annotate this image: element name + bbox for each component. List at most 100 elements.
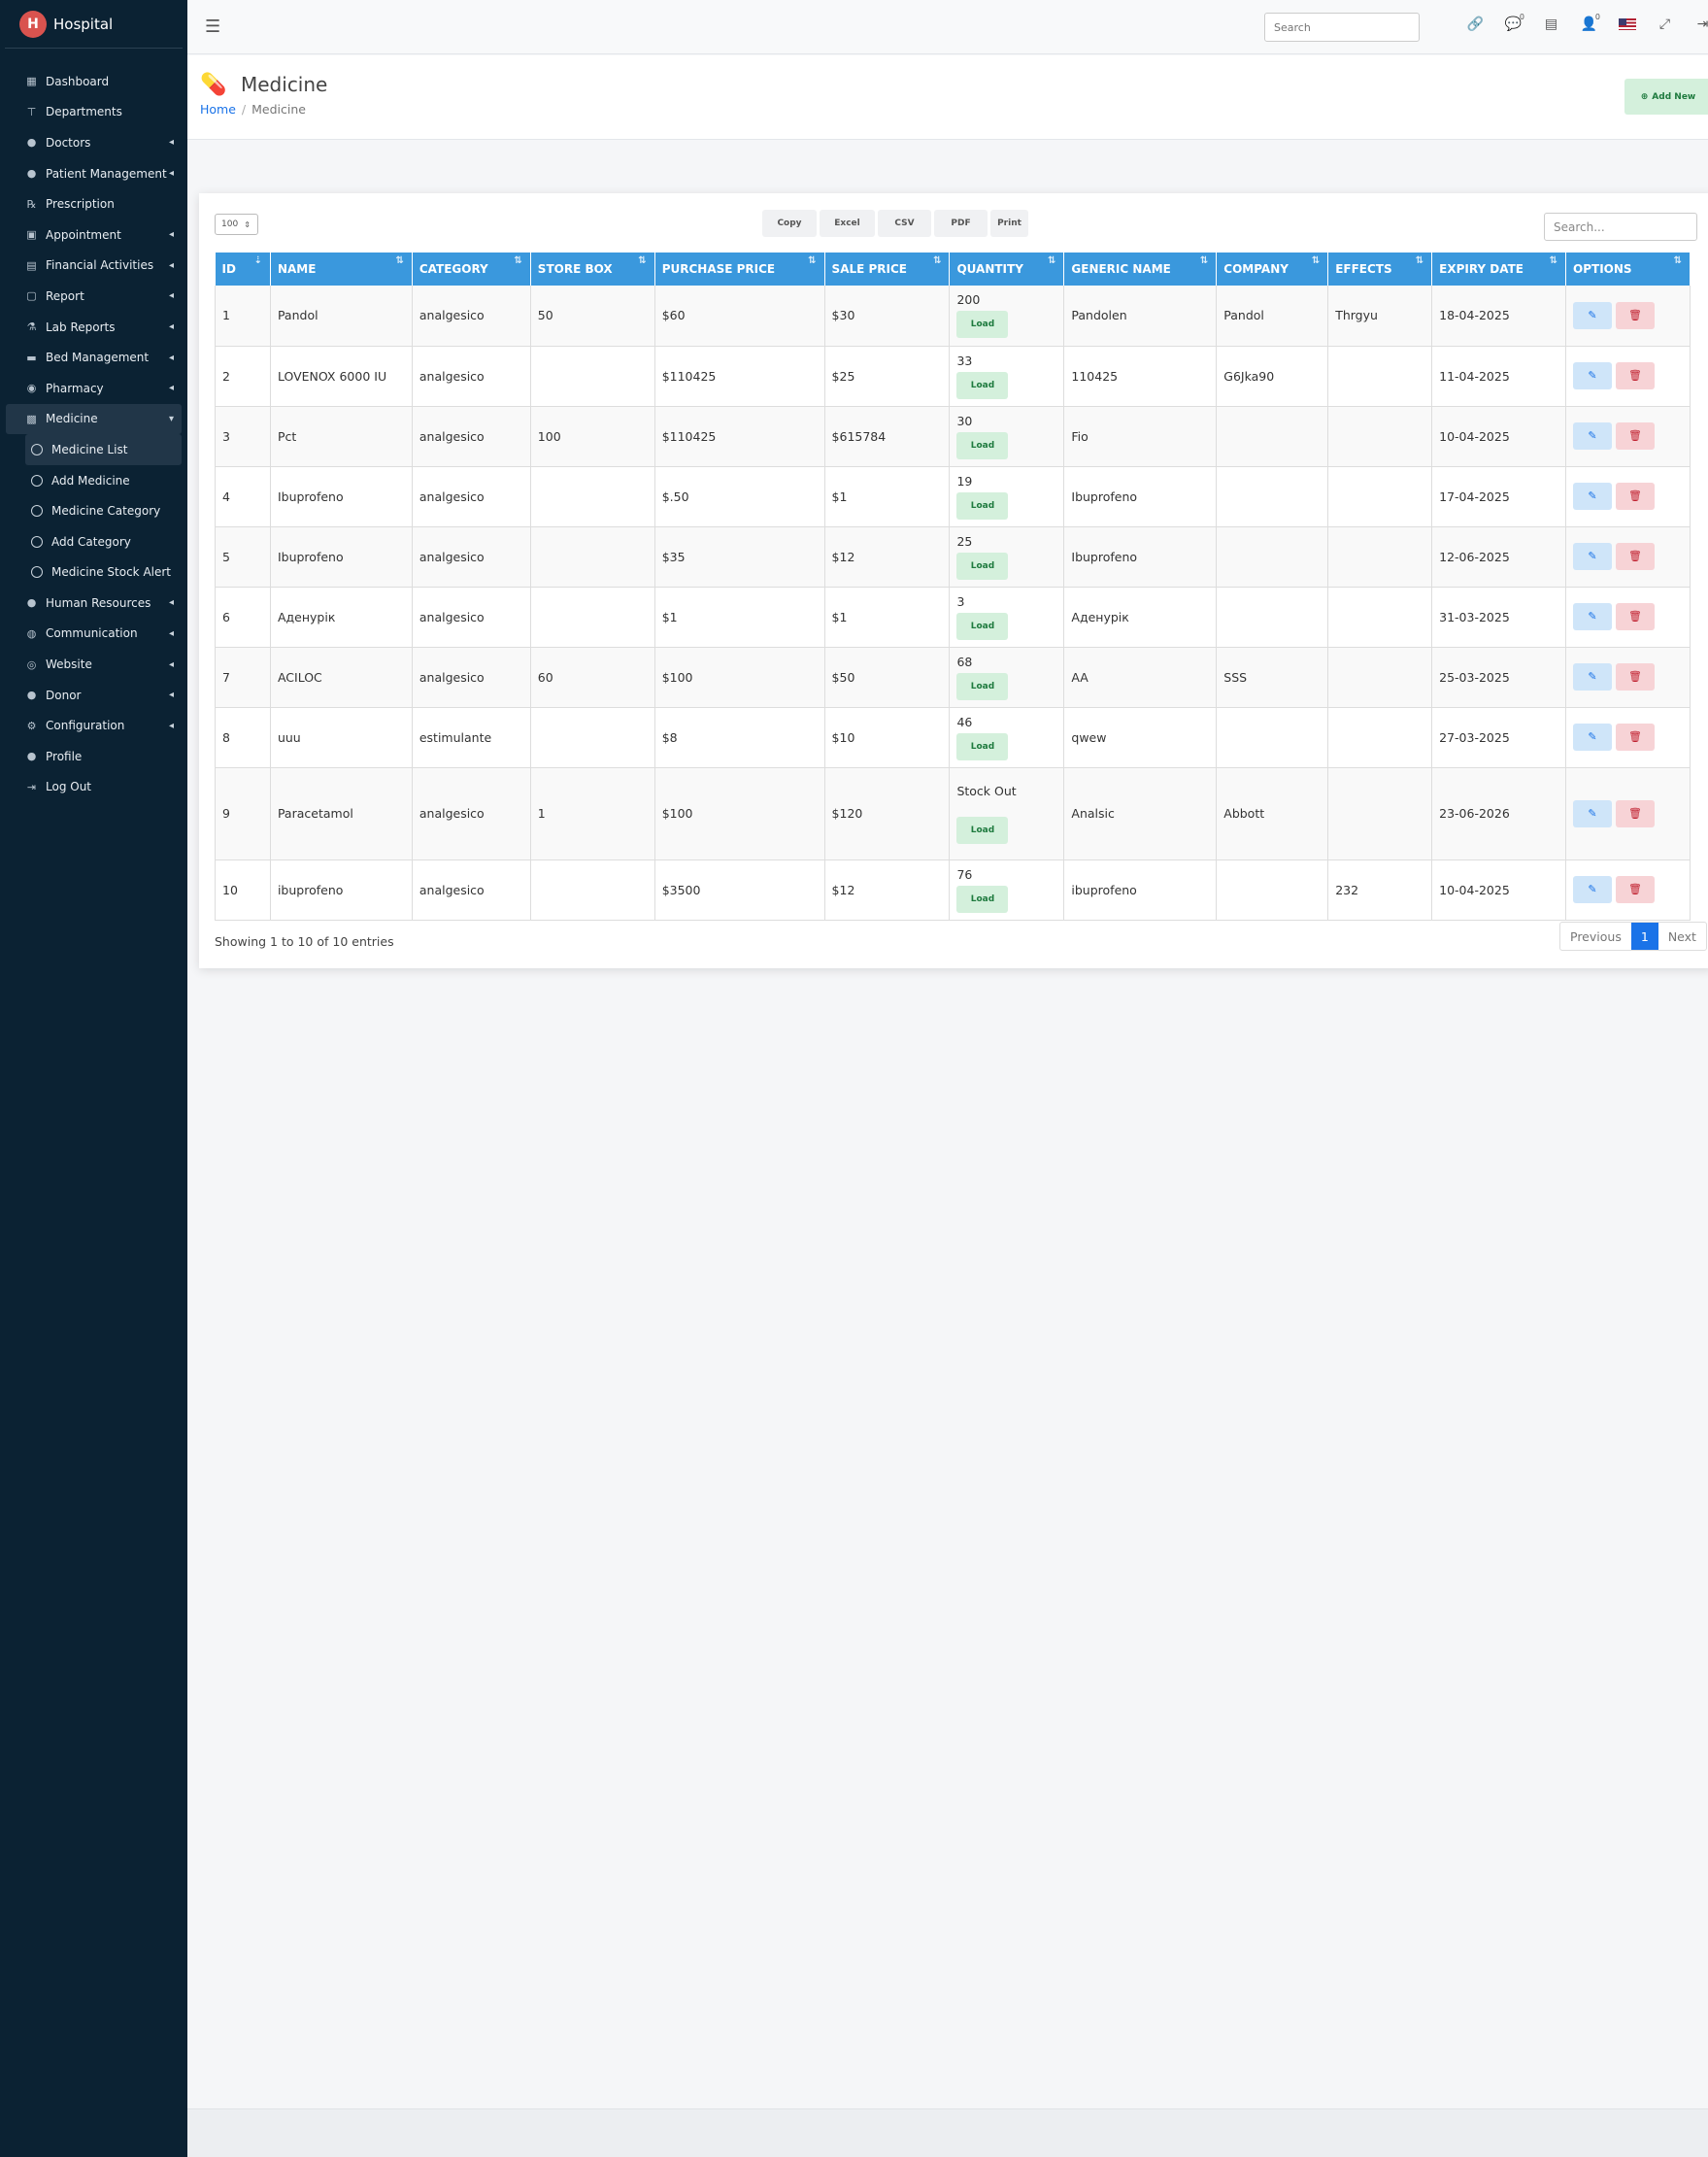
column-header-name[interactable]: NAME ⇅	[270, 253, 413, 286]
print-button[interactable]: Print	[990, 210, 1028, 237]
sidebar-item-report[interactable]: ▢ Report ◂	[6, 281, 182, 312]
chat-icon[interactable]: 💬 0	[1494, 13, 1532, 34]
sidebar-item-log-out[interactable]: ⇥ Log Out	[6, 772, 182, 803]
fullscreen-icon[interactable]: ⤢	[1646, 17, 1684, 34]
cell-category: analgesico	[412, 859, 531, 921]
sidebar-subitem-add-medicine[interactable]: Add Medicine	[25, 465, 182, 496]
edit-button[interactable]: ✎	[1573, 543, 1613, 570]
edit-button[interactable]: ✎	[1573, 422, 1613, 450]
edit-button[interactable]: ✎	[1573, 799, 1613, 827]
edit-button[interactable]: ✎	[1573, 483, 1613, 510]
sidebar-item-doctors[interactable]: ● Doctors ◂	[6, 127, 182, 158]
excel-button[interactable]: Excel	[820, 210, 875, 237]
load-button[interactable]: Load	[956, 612, 1009, 640]
edit-button[interactable]: ✎	[1573, 362, 1613, 389]
page-1-button[interactable]: 1	[1630, 923, 1658, 950]
load-button[interactable]: Load	[956, 885, 1009, 913]
column-header-store-box[interactable]: STORE BOX ⇅	[530, 253, 655, 286]
edit-button[interactable]: ✎	[1573, 724, 1613, 751]
delete-button[interactable]: 🗑	[1616, 663, 1656, 691]
user-icon[interactable]: 👤 0	[1570, 13, 1608, 34]
previous-button[interactable]: Previous	[1560, 923, 1631, 950]
sidebar-item-lab-reports[interactable]: ⚗ Lab Reports ◂	[6, 312, 182, 343]
load-button[interactable]: Load	[956, 672, 1009, 700]
sidebar-item-financial-activities[interactable]: ▤ Financial Activities ◂	[6, 251, 182, 282]
load-button[interactable]: Load	[956, 371, 1009, 399]
delete-button[interactable]: 🗑	[1616, 876, 1656, 903]
load-button[interactable]: Load	[956, 431, 1009, 459]
sort-icon: ⇣	[253, 255, 262, 266]
cell-generic: Analsic	[1063, 767, 1218, 860]
sidebar-subitem-add-category[interactable]: Add Category	[25, 526, 182, 557]
table-body: 1 Pandol analgesico 50 $60 $30 200 Load Pandolen…	[215, 286, 1691, 921]
next-button[interactable]: Next	[1658, 923, 1706, 950]
delete-button[interactable]: 🗑	[1616, 362, 1656, 389]
column-header-sale-price[interactable]: SALE PRICE ⇅	[824, 253, 951, 286]
delete-button[interactable]: 🗑	[1616, 301, 1656, 329]
delete-button[interactable]: 🗑	[1616, 724, 1656, 751]
column-header-company[interactable]: COMPANY ⇅	[1216, 253, 1329, 286]
sidebar-item-profile[interactable]: ● Profile	[6, 741, 182, 772]
table-row: 10 ibuprofeno analgesico $3500 $12 76 Load ibup…	[215, 859, 1691, 921]
sidebar-item-label: Log Out	[46, 780, 92, 794]
column-header-generic-name[interactable]: GENERIC NAME ⇅	[1063, 253, 1218, 286]
column-header-expiry-date[interactable]: EXPIRY DATE ⇅	[1431, 253, 1567, 286]
column-header-purchase-price[interactable]: PURCHASE PRICE ⇅	[654, 253, 825, 286]
top-search-input[interactable]	[1264, 13, 1420, 42]
link-icon[interactable]: 🔗	[1457, 17, 1494, 34]
edit-button[interactable]: ✎	[1573, 301, 1613, 329]
sidebar-subitem-medicine-list[interactable]: Medicine List	[25, 434, 182, 465]
column-header-effects[interactable]: EFFECTS ⇅	[1327, 253, 1433, 286]
sidebar-item-website[interactable]: ◎ Website ◂	[6, 649, 182, 680]
load-button[interactable]: Load	[956, 816, 1009, 844]
breadcrumb-home[interactable]: Home	[200, 102, 236, 117]
sidebar-item-appointment[interactable]: ▣ Appointment ◂	[6, 219, 182, 251]
cell-options: ✎ 🗑	[1565, 466, 1691, 527]
sidebar-item-pharmacy[interactable]: ◉ Pharmacy ◂	[6, 373, 182, 404]
delete-button[interactable]: 🗑	[1616, 799, 1656, 827]
sidebar-item-prescription[interactable]: ℞ Prescription	[6, 188, 182, 219]
sidebar-item-donor[interactable]: ● Donor ◂	[6, 680, 182, 711]
load-button[interactable]: Load	[956, 491, 1009, 520]
column-header-category[interactable]: CATEGORY ⇅	[412, 253, 531, 286]
add-new-button[interactable]: ⊕ Add New	[1624, 79, 1708, 115]
pdf-button[interactable]: PDF	[934, 210, 988, 237]
column-header-options[interactable]: OPTIONS ⇅	[1565, 253, 1691, 286]
load-button[interactable]: Load	[956, 732, 1009, 760]
sidebar-item-departments[interactable]: ⊤ Departments	[6, 97, 182, 128]
sidebar-subitem-label: Add Medicine	[51, 473, 130, 488]
delete-button[interactable]: 🗑	[1616, 483, 1656, 510]
load-button[interactable]: Load	[956, 311, 1009, 339]
circle-icon	[31, 535, 43, 548]
csv-button[interactable]: CSV	[878, 210, 931, 237]
us-flag-icon[interactable]	[1608, 17, 1646, 34]
edit-button[interactable]: ✎	[1573, 876, 1613, 903]
table-search-input[interactable]: Search...	[1544, 213, 1697, 241]
sitemap-icon: ⊤	[26, 105, 37, 118]
delete-button[interactable]: 🗑	[1616, 543, 1656, 570]
sidebar-item-communication[interactable]: ◍ Communication ◂	[6, 619, 182, 650]
column-header-id[interactable]: ID ⇣	[215, 253, 271, 286]
sidebar-subitem-medicine-stock-alert[interactable]: Medicine Stock Alert	[25, 557, 182, 589]
sidebar-item-medicine[interactable]: ▩ Medicine ▾	[6, 403, 182, 435]
page-length-select[interactable]: 100 ⇕	[215, 214, 258, 235]
copy-button[interactable]: Copy	[762, 210, 817, 237]
signout-icon[interactable]: ⇥	[1684, 17, 1708, 34]
brand[interactable]: H Hospital	[5, 0, 183, 49]
hamburger-menu-icon[interactable]: ☰	[205, 17, 220, 37]
id-card-icon[interactable]: ▤	[1532, 17, 1570, 34]
sidebar-item-bed-management[interactable]: ▬ Bed Management ◂	[6, 342, 182, 373]
sidebar-subitem-medicine-category[interactable]: Medicine Category	[25, 495, 182, 526]
sidebar-item-dashboard[interactable]: ▦ Dashboard	[6, 66, 182, 97]
sidebar-item-human-resources[interactable]: ● Human Resources ◂	[6, 588, 182, 619]
sidebar-item-patient-management[interactable]: ● Patient Management ◂	[6, 158, 182, 189]
column-header-quantity[interactable]: QUANTITY ⇅	[949, 253, 1065, 286]
delete-button[interactable]: 🗑	[1616, 603, 1656, 630]
load-button[interactable]: Load	[956, 552, 1009, 580]
edit-button[interactable]: ✎	[1573, 663, 1613, 691]
delete-button[interactable]: 🗑	[1616, 422, 1656, 450]
sidebar-item-configuration[interactable]: ⚙ Configuration ◂	[6, 710, 182, 741]
breadcrumb: Home / Medicine	[200, 102, 306, 117]
edit-button[interactable]: ✎	[1573, 603, 1613, 630]
topbar: ☰ 🔗 💬0 ▤ 👤0 ⤢ ⇥	[187, 0, 1708, 54]
